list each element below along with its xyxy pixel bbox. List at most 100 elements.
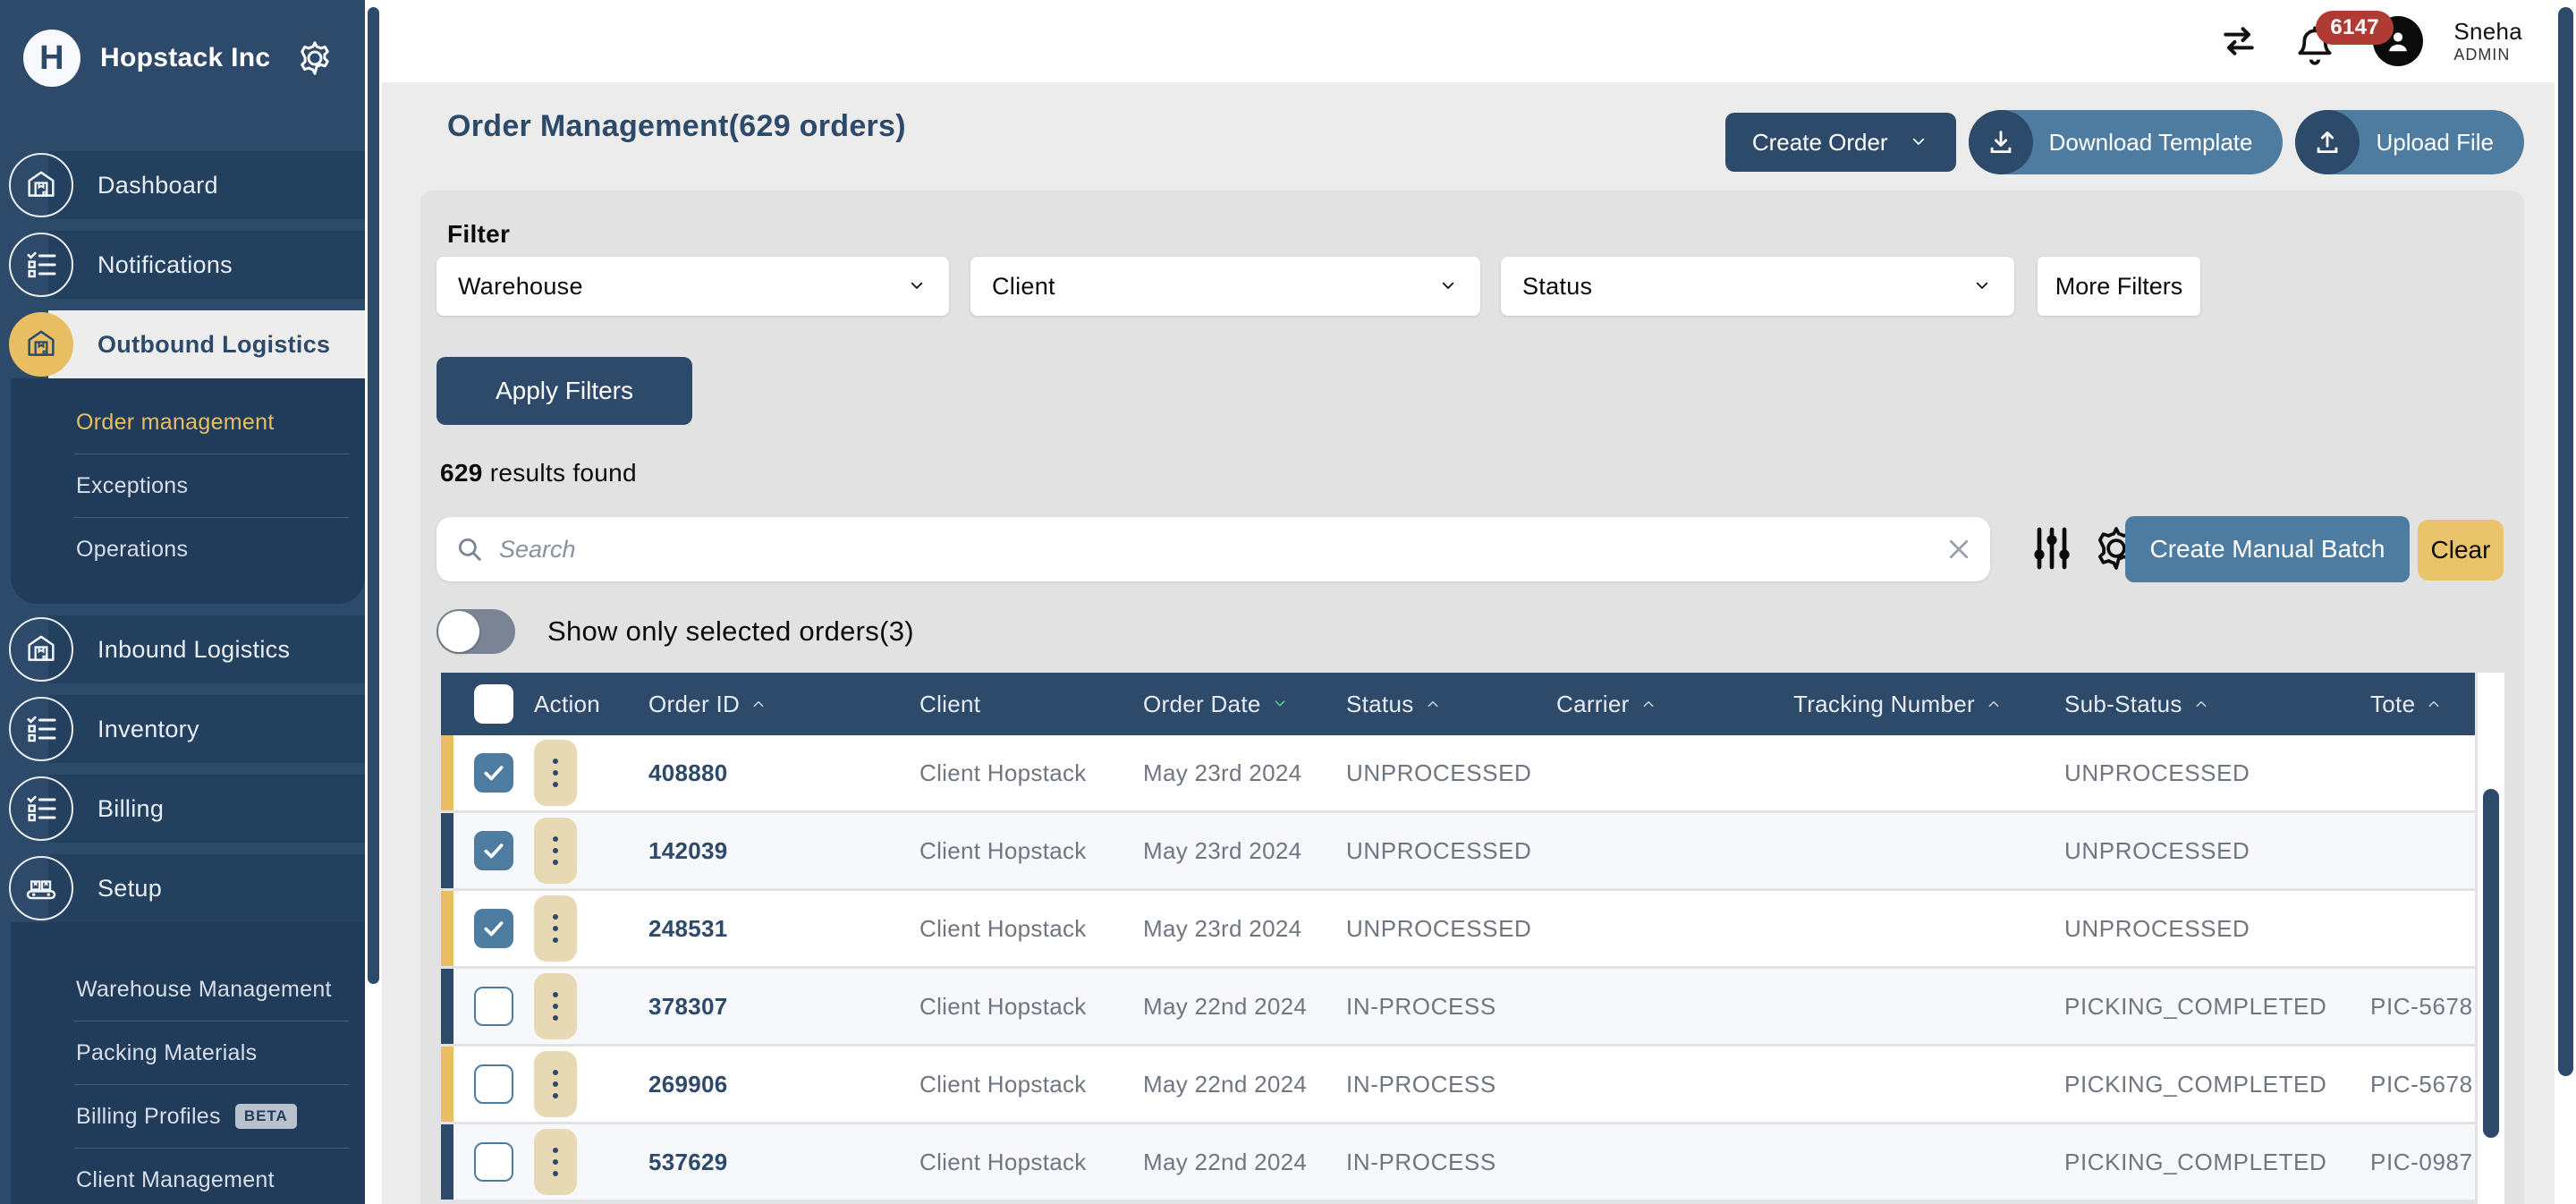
sort-up-icon (1423, 698, 1443, 710)
sidebar-item-inbound-logistics[interactable]: Inbound Logistics (0, 615, 365, 683)
sub-status-cell: PICKING_COMPLETED (2064, 993, 2370, 1021)
page-scrollbar-thumb[interactable] (2558, 7, 2573, 1076)
apply-filters-button[interactable]: Apply Filters (436, 357, 692, 425)
client-cell: Client Hopstack (919, 837, 1143, 865)
sidebar-item-notifications[interactable]: Notifications (0, 231, 365, 299)
results-count: 629 (440, 459, 483, 487)
download-template-button[interactable]: Download Template (1969, 110, 2284, 174)
order-id-link[interactable]: 537629 (648, 1149, 919, 1176)
sidebar-item-billing[interactable]: Billing (0, 775, 365, 843)
download-icon (1969, 110, 2033, 174)
sidebar-item-exceptions[interactable]: Exceptions (11, 454, 365, 517)
order-id-link[interactable]: 142039 (648, 837, 919, 865)
client-dropdown[interactable]: Client (970, 257, 1480, 316)
notifications-bell[interactable]: 6147 (2292, 16, 2343, 66)
order-id-link[interactable]: 408880 (648, 759, 919, 787)
clear-search-x-icon[interactable] (1945, 536, 1972, 563)
create-manual-batch-button[interactable]: Create Manual Batch (2125, 516, 2410, 582)
clear-button[interactable]: Clear (2418, 520, 2504, 581)
row-checkbox[interactable] (474, 909, 513, 948)
sidebar-item-setup[interactable]: Setup (0, 854, 365, 922)
row-actions-kebab-icon[interactable] (534, 895, 577, 962)
filter-card: Filter Warehouse Client Status More Filt… (420, 191, 2524, 1204)
select-all-checkbox[interactable] (474, 684, 513, 724)
company-logo: H (23, 30, 80, 87)
sidebar-item-client-management[interactable]: Client Management (11, 1149, 365, 1204)
table-scrollbar-thumb[interactable] (2483, 789, 2499, 1138)
toggle-label: Show only selected orders(3) (547, 615, 914, 648)
row-actions-kebab-icon[interactable] (534, 1051, 577, 1117)
create-order-label: Create Order (1752, 129, 1888, 157)
swap-arrows-icon[interactable] (2216, 21, 2262, 61)
user-info[interactable]: Sneha ADMIN (2453, 19, 2522, 64)
sidebar-scrollbar[interactable] (365, 0, 382, 1204)
warehouse-dropdown-value: Warehouse (458, 273, 583, 301)
warehouse-icon (9, 312, 73, 377)
order-date-cell: May 23rd 2024 (1143, 837, 1346, 865)
row-checkbox[interactable] (474, 831, 513, 870)
column-sliders-icon[interactable] (2027, 523, 2077, 573)
warehouse-dropdown[interactable]: Warehouse (436, 257, 949, 316)
order-date-cell: May 22nd 2024 (1143, 1149, 1346, 1176)
column-header-tote[interactable]: Tote (2370, 691, 2475, 718)
column-header-client: Client (919, 691, 1143, 718)
row-actions-kebab-icon[interactable] (534, 1129, 577, 1195)
row-actions-kebab-icon[interactable] (534, 818, 577, 884)
tote-cell: PIC-5678 (2370, 1071, 2475, 1098)
sidebar-item-dashboard[interactable]: Dashboard (0, 151, 365, 219)
order-id-link[interactable]: 248531 (648, 915, 919, 943)
table-row: 248531 Client Hopstack May 23rd 2024 UNP… (441, 891, 2475, 966)
sidebar-item-outbound-logistics[interactable]: Outbound Logistics (0, 310, 365, 378)
sidebar-item-inventory[interactable]: Inventory (0, 695, 365, 763)
column-header-sub-status[interactable]: Sub-Status (2064, 691, 2370, 718)
column-header-tracking-number[interactable]: Tracking Number (1793, 691, 2064, 718)
sort-up-icon (1639, 698, 1658, 710)
row-checkbox[interactable] (474, 1064, 513, 1104)
sidebar-settings-gear-icon[interactable] (295, 38, 335, 78)
client-cell: Client Hopstack (919, 759, 1143, 787)
column-header-order-id[interactable]: Order ID (648, 691, 919, 718)
order-date-cell: May 22nd 2024 (1143, 993, 1346, 1021)
create-order-button[interactable]: Create Order (1725, 113, 1956, 172)
topbar: 6147 Sneha ADMIN (382, 0, 2576, 82)
sub-status-cell: UNPROCESSED (2064, 837, 2370, 865)
status-dropdown[interactable]: Status (1501, 257, 2014, 316)
sidebar-item-warehouse-management[interactable]: Warehouse Management (11, 958, 365, 1021)
table-scrollbar[interactable] (2478, 673, 2504, 1204)
row-checkbox[interactable] (474, 753, 513, 793)
column-header-carrier[interactable]: Carrier (1556, 691, 1793, 718)
show-selected-toggle[interactable] (436, 609, 515, 654)
sort-up-icon (749, 698, 768, 710)
client-cell: Client Hopstack (919, 1071, 1143, 1098)
upload-file-button[interactable]: Upload File (2295, 110, 2524, 174)
sidebar-item-operations[interactable]: Operations (11, 518, 365, 581)
row-actions-kebab-icon[interactable] (534, 740, 577, 806)
order-id-link[interactable]: 378307 (648, 993, 919, 1021)
notification-count-badge: 6147 (2316, 11, 2394, 45)
sidebar-item-order-management[interactable]: Order management (11, 391, 365, 454)
sidebar-scrollbar-thumb[interactable] (368, 7, 379, 984)
sort-up-icon (1984, 698, 2004, 710)
row-checkbox[interactable] (474, 1142, 513, 1182)
beta-badge: BETA (235, 1104, 297, 1129)
company-name: Hopstack Inc (100, 43, 295, 73)
row-actions-kebab-icon[interactable] (534, 973, 577, 1039)
sidebar-item-label: Inventory (97, 716, 199, 743)
sidebar-header: H Hopstack Inc (0, 0, 365, 116)
search-icon (454, 534, 485, 564)
checklist-icon (9, 233, 73, 297)
column-header-order-date[interactable]: Order Date (1143, 691, 1346, 718)
table-row: 269906 Client Hopstack May 22nd 2024 IN-… (441, 1047, 2475, 1122)
checklist-icon (9, 776, 73, 841)
order-id-link[interactable]: 269906 (648, 1071, 919, 1098)
selected-orders-toggle-row: Show only selected orders(3) (436, 609, 914, 654)
search-input[interactable] (499, 536, 1945, 564)
page-scrollbar[interactable] (2555, 0, 2576, 1204)
sidebar-item-billing-profiles[interactable]: Billing Profiles BETA (11, 1085, 365, 1148)
column-header-status[interactable]: Status (1346, 691, 1556, 718)
sidebar-item-packing-materials[interactable]: Packing Materials (11, 1022, 365, 1084)
more-filters-button[interactable]: More Filters (2038, 257, 2200, 316)
row-stripe (441, 891, 453, 966)
row-checkbox[interactable] (474, 987, 513, 1026)
chevron-down-icon (1908, 135, 1929, 149)
